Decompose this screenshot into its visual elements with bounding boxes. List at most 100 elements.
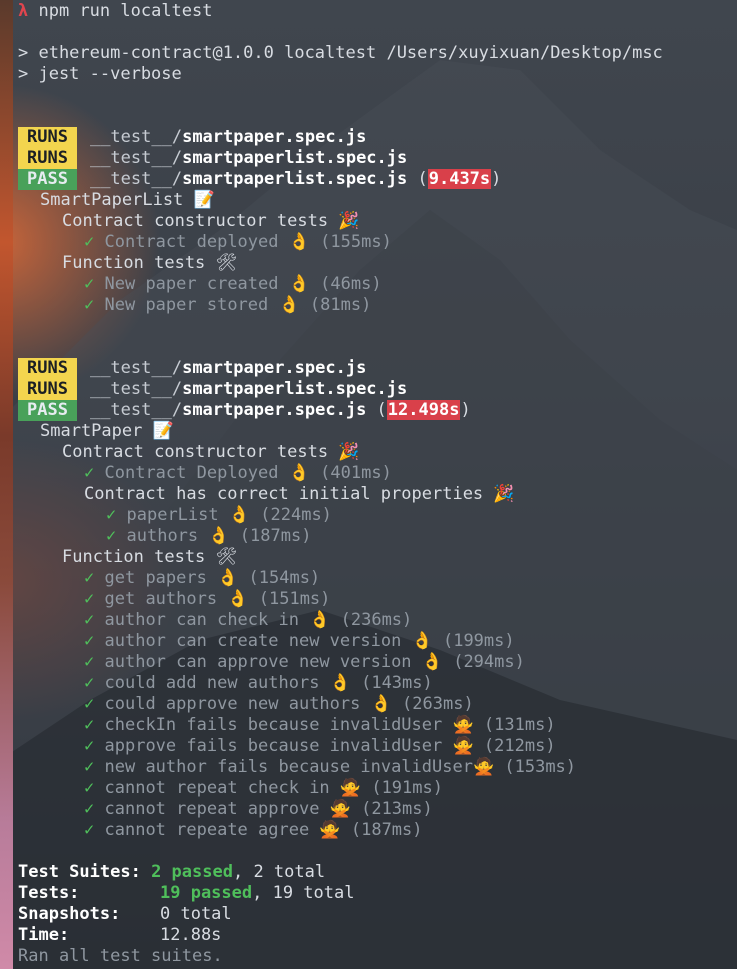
test-time: (154ms): [248, 568, 321, 588]
suite-name: SmartPaperList 📝: [40, 190, 215, 210]
status-line: PASS __test__/smartpaper.spec.js (12.498s…: [18, 400, 471, 421]
test-label: could add new authors 👌: [104, 673, 351, 693]
npm-output-line: > ethereum-contract@1.0.0 localtest /Use…: [18, 43, 663, 63]
test-label: New paper stored 👌: [104, 295, 300, 315]
summary-passed: 19 passed: [160, 883, 253, 903]
check-icon: ✓: [84, 778, 95, 798]
test-time: (187ms): [239, 526, 312, 546]
test-time: (153ms): [504, 757, 577, 777]
test-dir: __test__/: [89, 358, 183, 378]
test-group: Function tests 🛠: [62, 547, 238, 567]
test-time: (263ms): [402, 694, 474, 714]
prompt-line: λ npm run localtest: [18, 1, 213, 22]
runs-badge: RUNS: [18, 127, 77, 148]
test-label: author can check in 👌: [104, 610, 331, 630]
test-time: (46ms): [320, 274, 382, 294]
lambda-icon: λ: [18, 1, 29, 21]
test-label: checkIn fails because invalidUser 🙅: [104, 715, 474, 735]
test-file: smartpaperlist.spec.js: [182, 148, 408, 168]
test-label: author can create new version 👌: [104, 631, 433, 651]
test-label: cannot repeat approve 🙅: [104, 799, 351, 819]
test-result: ✓ Contract deployed 👌 (155ms): [84, 232, 392, 253]
test-result: ✓ cannot repeat check in 🙅 (191ms): [84, 778, 443, 799]
summary-tests: Tests: 19 passed, 19 total: [18, 883, 354, 904]
summary-snapshots: Snapshots: 0 total: [18, 904, 232, 925]
test-result: ✓ could approve new authors 👌 (263ms): [84, 694, 474, 715]
test-label: author can approve new version 👌: [104, 652, 443, 672]
check-icon: ✓: [84, 652, 95, 672]
test-subgroup: Contract has correct initial properties …: [84, 484, 515, 504]
suite-name: SmartPaper 📝: [40, 421, 174, 441]
status-line: PASS __test__/smartpaperlist.spec.js (9.4…: [18, 169, 501, 190]
test-label: approve fails because invalidUser 🙅: [104, 736, 474, 756]
test-result: ✓ approve fails because invalidUser 🙅 (2…: [84, 736, 556, 757]
test-group: Contract constructor tests 🎉: [62, 211, 360, 231]
test-result: ✓ author can create new version 👌 (199ms…: [84, 631, 515, 652]
runs-badge: RUNS: [18, 379, 77, 400]
test-label: get authors 👌: [104, 589, 249, 609]
check-icon: ✓: [84, 463, 95, 483]
summary-passed: 2 passed: [151, 862, 233, 882]
test-result: ✓ author can approve new version 👌 (294m…: [84, 652, 525, 673]
test-time: (191ms): [371, 778, 443, 798]
test-label: authors 👌: [126, 526, 230, 546]
test-time: (213ms): [361, 799, 433, 819]
test-label: New paper created 👌: [104, 274, 310, 294]
test-result: ✓ New paper stored 👌 (81ms): [84, 295, 371, 316]
check-icon: ✓: [84, 673, 95, 693]
test-dir: __test__/: [89, 127, 183, 147]
test-label: Contract deployed 👌: [104, 232, 310, 252]
pass-badge: PASS: [18, 169, 77, 190]
test-result: ✓ cannot repeate agree 🙅 (187ms): [84, 820, 423, 841]
test-label: cannot repeat check in 🙅: [104, 778, 362, 798]
test-time: (401ms): [320, 463, 392, 483]
check-icon: ✓: [84, 295, 95, 315]
summary-footer: Ran all test suites.: [18, 946, 223, 966]
status-line: RUNS __test__/smartpaperlist.spec.js: [18, 379, 407, 400]
runs-badge: RUNS: [18, 358, 77, 379]
test-result: ✓ get authors 👌 (151ms): [84, 589, 330, 610]
test-time: (199ms): [442, 631, 515, 651]
test-result: ✓ New paper created 👌 (46ms): [84, 274, 382, 295]
test-label: paperList 👌: [126, 505, 251, 525]
check-icon: ✓: [84, 736, 95, 756]
check-icon: ✓: [106, 505, 117, 525]
test-time: (294ms): [453, 652, 525, 672]
test-time: (155ms): [320, 232, 392, 252]
test-result: ✓ checkIn fails because invalidUser 🙅 (1…: [84, 715, 556, 736]
check-icon: ✓: [84, 232, 95, 252]
check-icon: ✓: [84, 589, 95, 609]
runs-badge: RUNS: [18, 148, 77, 169]
test-label: cannot repeate agree 🙅: [104, 820, 341, 840]
test-dir: __test__/: [89, 148, 183, 168]
summary-suites: Test Suites: 2 passed, 2 total: [18, 862, 325, 883]
test-label: new author fails because invalidUser🙅: [104, 757, 495, 777]
summary-label: Time:: [18, 925, 70, 945]
test-label: Contract Deployed 👌: [104, 463, 310, 483]
check-icon: ✓: [84, 694, 95, 714]
command-text: npm run localtest: [38, 1, 213, 21]
summary-label: Test Suites:: [18, 862, 141, 882]
summary-total: , 19 total: [252, 883, 355, 903]
test-time: (151ms): [258, 589, 331, 609]
test-file: smartpaper.spec.js: [182, 400, 367, 420]
test-group: Function tests 🛠: [62, 253, 238, 273]
slow-time-badge: 12.498s: [386, 400, 461, 420]
test-file: smartpaper.spec.js: [182, 358, 367, 378]
test-file: smartpaperlist.spec.js: [182, 379, 408, 399]
check-icon: ✓: [106, 526, 117, 546]
check-icon: ✓: [84, 568, 95, 588]
summary-label: Snapshots:: [18, 904, 121, 924]
test-file: smartpaperlist.spec.js: [182, 169, 408, 189]
check-icon: ✓: [84, 631, 95, 651]
status-line: RUNS __test__/smartpaperlist.spec.js: [18, 148, 407, 169]
test-file: smartpaper.spec.js: [182, 127, 367, 147]
check-icon: ✓: [84, 610, 95, 630]
test-result: ✓ new author fails because invalidUser🙅 …: [84, 757, 576, 778]
test-dir: __test__/: [89, 169, 183, 189]
check-icon: ✓: [84, 799, 95, 819]
test-label: could approve new authors 👌: [104, 694, 392, 714]
terminal-window[interactable]: λ npm run localtest > ethereum-contract@…: [0, 0, 737, 969]
test-time: (236ms): [340, 610, 413, 630]
slow-time-badge: 9.437s: [427, 169, 492, 189]
